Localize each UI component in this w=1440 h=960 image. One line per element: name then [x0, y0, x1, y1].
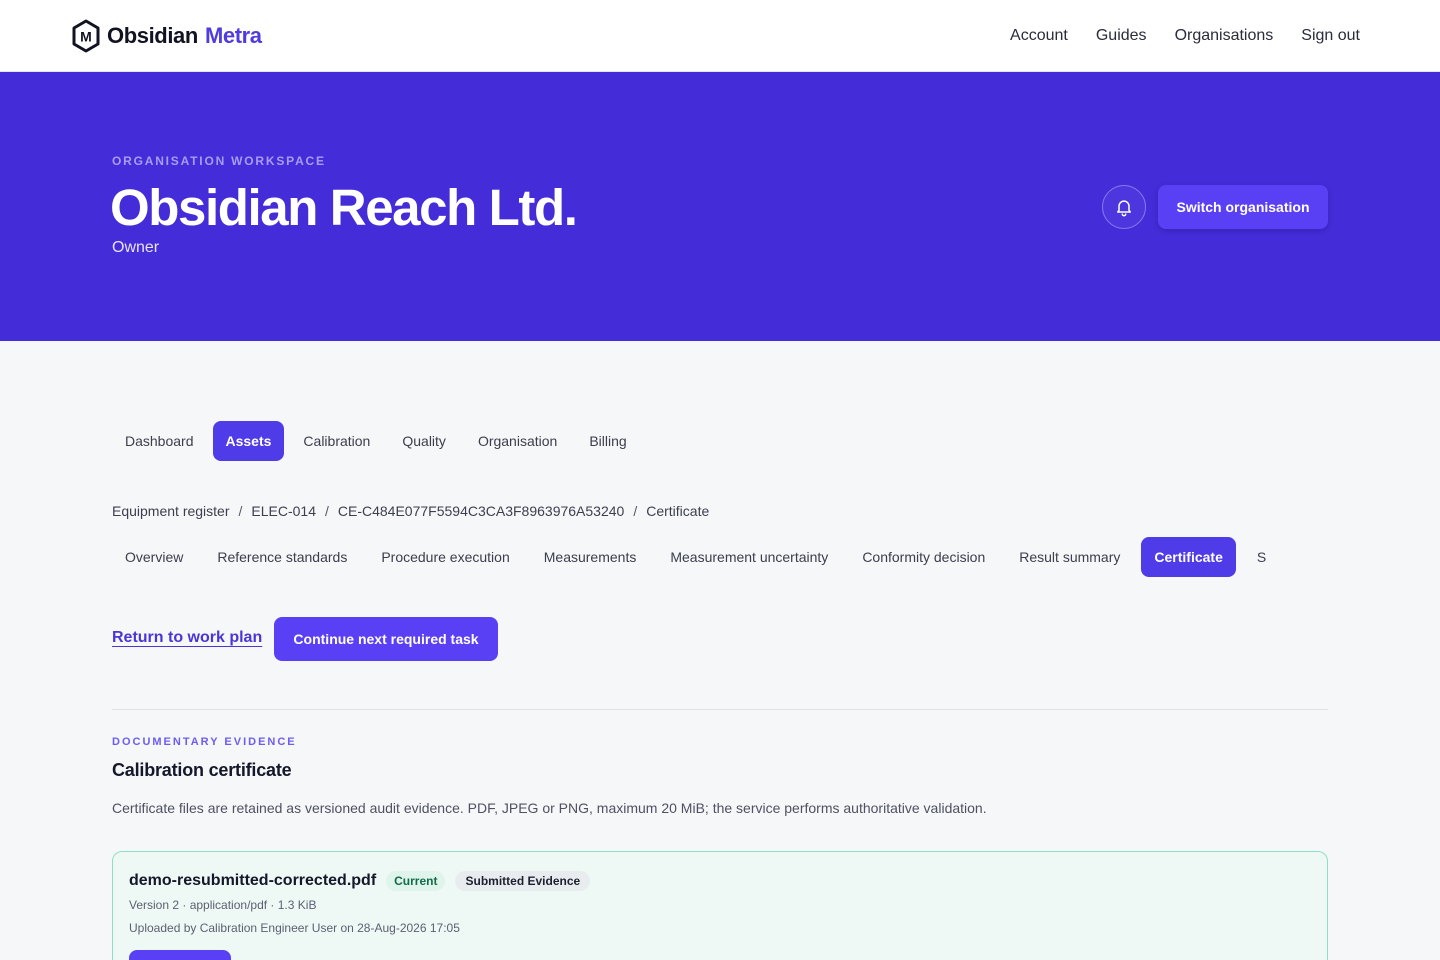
- calibration-sub-tabs: Overview Reference standards Procedure e…: [112, 537, 1328, 577]
- file-uploaded-info: Uploaded by Calibration Engineer User on…: [129, 921, 460, 935]
- organisation-title: Obsidian Reach Ltd.: [110, 179, 578, 236]
- tab-dashboard[interactable]: Dashboard: [112, 421, 207, 461]
- breadcrumb: Equipment register / ELEC-014 / CE-C484E…: [112, 502, 709, 520]
- tab-calibration[interactable]: Calibration: [290, 421, 383, 461]
- section-title: Calibration certificate: [112, 760, 292, 780]
- bell-icon: [1117, 200, 1131, 217]
- brand-logo-link[interactable]: M Obsidian Metra: [71, 19, 262, 53]
- breadcrumb-separator: /: [633, 503, 638, 519]
- subtab-conformity-decision[interactable]: Conformity decision: [849, 537, 998, 577]
- subtab-procedure-execution[interactable]: Procedure execution: [368, 537, 522, 577]
- subtab-measurement-uncertainty[interactable]: Measurement uncertainty: [657, 537, 841, 577]
- submitted-evidence-badge: Submitted Evidence: [455, 871, 591, 891]
- subtab-overview[interactable]: Overview: [112, 537, 196, 577]
- brand-name: Obsidian: [107, 23, 198, 48]
- breadcrumb-asset[interactable]: ELEC-014: [251, 502, 316, 520]
- tab-organisation[interactable]: Organisation: [465, 421, 570, 461]
- breadcrumb-current: Certificate: [646, 503, 710, 519]
- workspace-hero: ORGANISATION WORKSPACE Obsidian Reach Lt…: [0, 72, 1440, 341]
- tab-quality[interactable]: Quality: [389, 421, 459, 461]
- breadcrumb-equipment-register[interactable]: Equipment register: [112, 502, 230, 520]
- breadcrumb-separator: /: [238, 503, 243, 519]
- section-description: Certificate files are retained as versio…: [112, 800, 987, 816]
- top-bar: M Obsidian Metra Account Guides Organisa…: [0, 0, 1440, 72]
- organisation-role: Owner: [112, 239, 160, 256]
- logo-letter: M: [80, 29, 92, 45]
- nav-organisations-link[interactable]: Organisations: [1175, 24, 1274, 48]
- breadcrumb-calibration-event[interactable]: CE-C484E077F5594C3CA3F8963976A53240: [338, 502, 624, 520]
- breadcrumb-separator: /: [325, 503, 329, 519]
- nav-sign-out-link[interactable]: Sign out: [1301, 24, 1360, 48]
- top-navigation: Account Guides Organisations Sign out: [1010, 24, 1360, 48]
- nav-guides-link[interactable]: Guides: [1096, 24, 1147, 48]
- certificate-file-card: demo-resubmitted-corrected.pdf Current S…: [112, 851, 1328, 960]
- section-divider: [112, 709, 1328, 710]
- current-badge: Current: [386, 871, 446, 891]
- hero-eyebrow: ORGANISATION WORKSPACE: [112, 154, 326, 168]
- file-action-button[interactable]: [129, 950, 231, 960]
- notifications-button[interactable]: [1102, 185, 1146, 229]
- continue-next-task-button[interactable]: Continue next required task: [274, 617, 498, 661]
- main-tabs: Dashboard Assets Calibration Quality Org…: [112, 421, 640, 461]
- tab-billing[interactable]: Billing: [576, 421, 639, 461]
- nav-account-link[interactable]: Account: [1010, 24, 1068, 48]
- file-header: demo-resubmitted-corrected.pdf Current S…: [129, 871, 591, 891]
- hexagon-m-logo-icon: M: [72, 19, 100, 53]
- subtab-overflow[interactable]: S: [1244, 537, 1279, 577]
- subtab-certificate[interactable]: Certificate: [1141, 537, 1236, 577]
- switch-organisation-button[interactable]: Switch organisation: [1158, 185, 1328, 229]
- file-name: demo-resubmitted-corrected.pdf: [129, 872, 377, 889]
- subtab-measurements[interactable]: Measurements: [531, 537, 650, 577]
- tab-assets[interactable]: Assets: [212, 421, 285, 461]
- brand-accent-name: Metra: [204, 23, 262, 48]
- file-meta: Version 2 · application/pdf · 1.3 KiB: [129, 898, 317, 912]
- subtab-reference-standards[interactable]: Reference standards: [204, 537, 360, 577]
- section-eyebrow: DOCUMENTARY EVIDENCE: [112, 736, 297, 748]
- subtab-result-summary[interactable]: Result summary: [1006, 537, 1133, 577]
- return-to-work-plan-link[interactable]: Return to work plan: [112, 629, 262, 647]
